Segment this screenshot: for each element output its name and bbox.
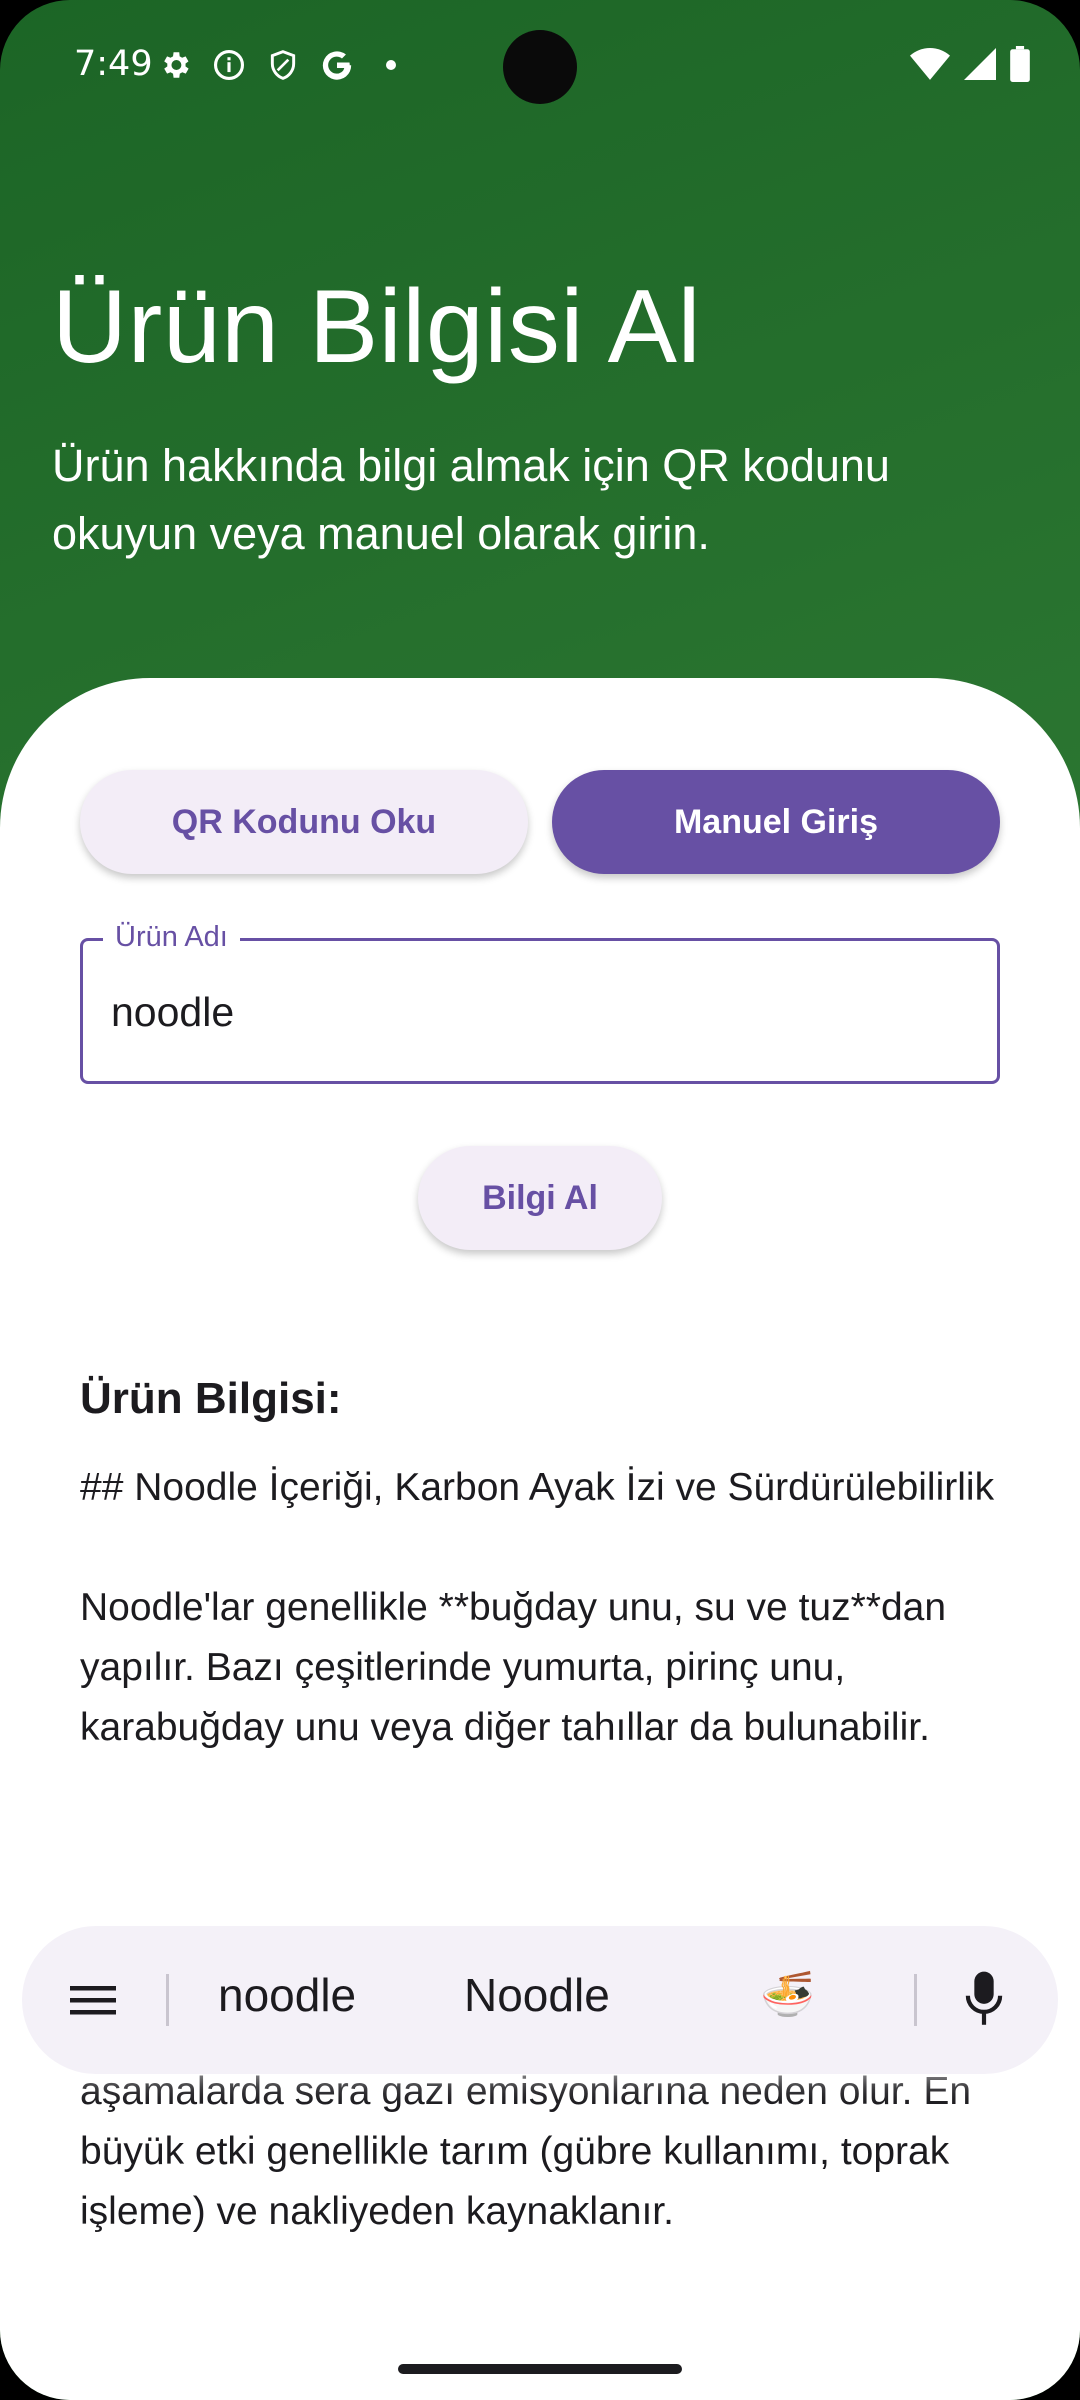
app-screen: 7:49 Ürün Bilgisi Al Ürün hakkında bilgi…: [0, 0, 1080, 2400]
result-paragraph: Noodle'lar genellikle **buğday unu, su v…: [80, 1586, 947, 1749]
status-notification-icons: [156, 46, 410, 84]
page-title: Ürün Bilgisi Al: [52, 269, 702, 385]
status-bar: 7:49: [0, 0, 1080, 130]
camera-cutout: [503, 30, 577, 104]
google-icon: [318, 46, 356, 84]
signal-icon: [964, 48, 996, 85]
result-paragraph: ## Noodle İçeriği, Karbon Ayak İzi ve Sü…: [80, 1466, 995, 1509]
content-sheet: QR Kodunu Oku Manuel Giriş Ürün Adı Bilg…: [0, 678, 1080, 2400]
battery-icon: [1010, 46, 1030, 87]
result-text: ## Noodle İçeriği, Karbon Ayak İzi ve Sü…: [80, 1458, 1010, 1818]
suggestion-item[interactable]: noodle: [218, 1968, 356, 2022]
home-indicator[interactable]: [398, 2364, 682, 2374]
page-subtitle: Ürün hakkında bilgi almak için QR kodunu…: [52, 440, 890, 559]
status-system-icons: [910, 46, 1030, 87]
get-info-button[interactable]: Bilgi Al: [418, 1146, 662, 1250]
wifi-icon: [910, 48, 950, 85]
info-icon: [210, 46, 248, 84]
gear-icon: [156, 46, 194, 84]
result-paragraph: aşamalarda sera gazı emisyonlarına neden…: [80, 2070, 972, 2233]
result-heading: Ürün Bilgisi:: [80, 1374, 342, 1423]
menu-icon[interactable]: [68, 1976, 118, 2024]
product-name-label: Ürün Adı: [103, 921, 240, 954]
suggestion-emoji[interactable]: 🍜: [760, 1968, 815, 2020]
product-name-input[interactable]: [111, 989, 911, 1036]
shield-icon: [264, 46, 302, 84]
keyboard-suggestion-bar: noodle Noodle 🍜: [22, 1926, 1058, 2074]
manual-entry-button[interactable]: Manuel Giriş: [552, 770, 1000, 874]
divider: [914, 1974, 917, 2026]
status-time: 7:49: [74, 44, 153, 84]
qr-scan-button[interactable]: QR Kodunu Oku: [80, 770, 528, 874]
divider: [166, 1974, 169, 2026]
product-name-field[interactable]: Ürün Adı: [80, 921, 1000, 1084]
mode-toggle: QR Kodunu Oku Manuel Giriş: [80, 770, 1000, 874]
microphone-icon[interactable]: [964, 1970, 1004, 2028]
dot-icon: [372, 46, 410, 84]
suggestion-item[interactable]: Noodle: [464, 1968, 610, 2022]
